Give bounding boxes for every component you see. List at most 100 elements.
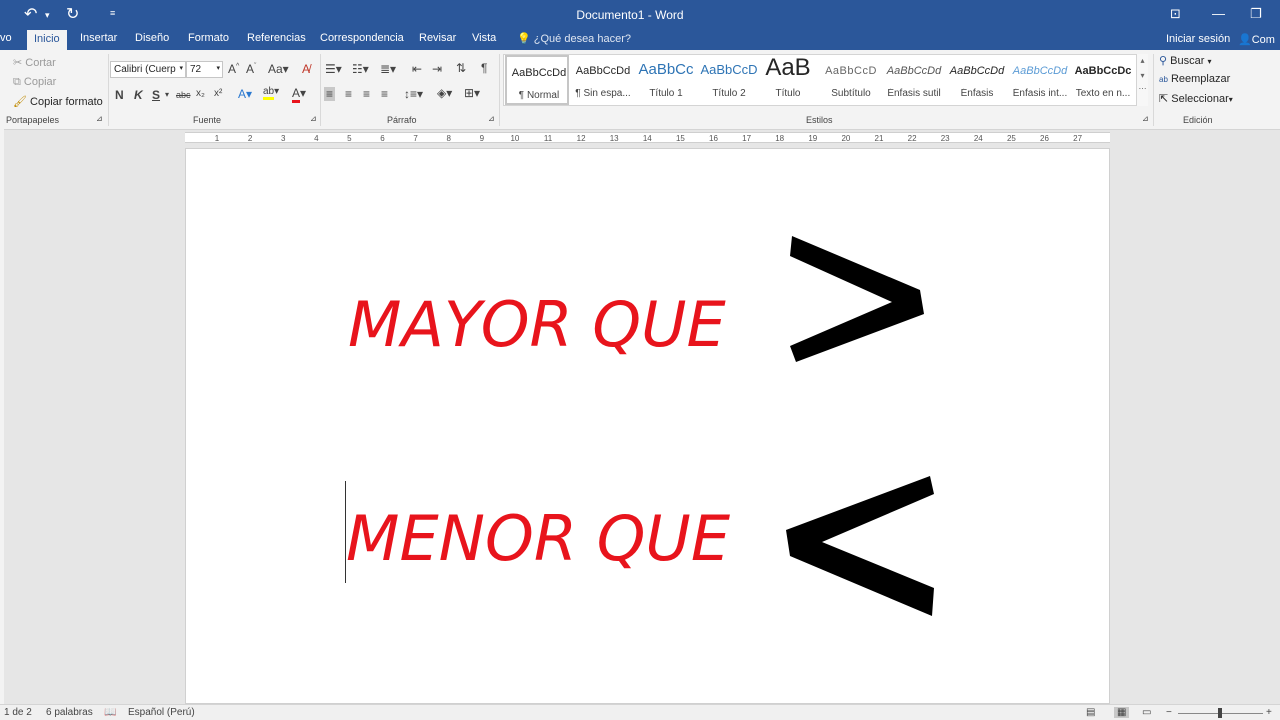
select-label: Seleccionar <box>1171 93 1229 105</box>
find-button[interactable]: ⚲ Buscar ▾ <box>1159 54 1211 67</box>
line-spacing-icon[interactable]: ↕≡▾ <box>404 87 423 101</box>
brush-icon: 🖌 <box>13 96 27 108</box>
read-mode-icon[interactable]: ▤ <box>1086 707 1095 718</box>
style-heading-2[interactable]: AaBbCcD Título 2 <box>697 55 761 105</box>
style-strong[interactable]: AaBbCcDc Texto en n... <box>1071 55 1135 105</box>
ruler-number: 6 <box>380 134 385 143</box>
numbering-icon[interactable]: ☷▾ <box>352 62 369 76</box>
chevron-up-icon[interactable]: ▴ <box>1137 56 1148 65</box>
shrink-font-icon[interactable]: Aˇ <box>246 62 256 76</box>
format-painter-label: Copiar formato <box>30 96 103 108</box>
increase-indent-icon[interactable]: ⇥ <box>432 62 442 76</box>
chevron-down-icon[interactable]: ▾ <box>1137 71 1148 80</box>
style-name: Subtítulo <box>831 88 871 99</box>
style-sample: AaBbCc <box>638 61 694 78</box>
ruler-number: 25 <box>1006 134 1016 143</box>
tab-inicio[interactable]: Inicio <box>27 30 67 50</box>
zoom-slider-thumb[interactable] <box>1218 708 1222 718</box>
align-left-icon[interactable]: ≡ <box>324 87 336 101</box>
pilcrow-icon[interactable]: ¶ <box>481 61 487 75</box>
select-button[interactable]: ⇱ Seleccionar▾ <box>1159 92 1233 105</box>
cut-button[interactable]: ✂ Cortar <box>13 56 56 69</box>
styles-scroll[interactable]: ▴ ▾ ⋯ <box>1136 54 1148 106</box>
tab-diseno[interactable]: Diseño <box>135 32 169 44</box>
copy-button[interactable]: ⧉ Copiar <box>13 76 56 89</box>
decrease-indent-icon[interactable]: ⇤ <box>412 62 422 76</box>
print-layout-icon[interactable]: ▦ <box>1114 707 1130 718</box>
subscript-button[interactable]: x₂ <box>196 88 205 99</box>
font-name-select[interactable]: Calibri (Cuerp ▾ <box>110 61 186 78</box>
justify-icon[interactable]: ≡ <box>381 87 388 101</box>
page-count[interactable]: 1 de 2 <box>4 707 32 718</box>
ribbon-display-icon[interactable]: ⊡ <box>1170 6 1181 22</box>
shading-icon[interactable]: ◈▾ <box>437 86 452 100</box>
style-no-spacing[interactable]: AaBbCcDd ¶ Sin espa... <box>571 55 635 105</box>
change-case-icon[interactable]: Aa▾ <box>268 62 289 76</box>
minimize-icon[interactable]: — <box>1212 6 1225 21</box>
style-emphasis[interactable]: AaBbCcDd Énfasis <box>945 55 1009 105</box>
replace-label: Reemplazar <box>1170 73 1231 85</box>
style-subtitle[interactable]: AaBbCcD Subtítulo <box>819 55 883 105</box>
font-color-icon[interactable]: A▾ <box>292 86 306 103</box>
horizontal-ruler[interactable]: 1 2 3 4 5 6 7 8 9 10 11 12 13 14 15 16 17 18 19 20 21 22 23 24 2… <box>185 130 1110 144</box>
tab-archivo[interactable]: vo <box>0 32 12 44</box>
chevron-down-icon: ▾ <box>1228 95 1233 104</box>
align-center-icon[interactable]: ≡ <box>345 87 352 101</box>
ruler-track: 1 2 3 4 5 6 7 8 9 10 11 12 13 14 15 16 17 18 19 20 21 22 23 24 2… <box>185 132 1110 143</box>
align-right-icon[interactable]: ≡ <box>363 87 370 101</box>
style-subtle-emphasis[interactable]: AaBbCcDd Énfasis sutil <box>882 55 946 105</box>
bold-button[interactable]: N <box>115 88 124 102</box>
font-launcher-icon[interactable]: ⊿ <box>310 114 317 123</box>
less-than-symbol <box>786 476 934 616</box>
underline-dropdown-icon[interactable]: ▾ <box>165 90 169 99</box>
italic-button[interactable]: K <box>134 88 143 102</box>
ruler-number: 21 <box>874 134 884 143</box>
proofing-icon[interactable]: 📖 <box>104 707 116 718</box>
bullets-icon[interactable]: ☰▾ <box>325 62 342 76</box>
styles-gallery: AaBbCcDd ¶ Normal AaBbCcDd ¶ Sin espa...… <box>503 54 1148 106</box>
style-sample: AaBbCcDd <box>575 65 631 77</box>
styles-group-label: Estilos <box>806 115 833 125</box>
grow-font-icon[interactable]: A^ <box>228 62 239 76</box>
font-size-select[interactable]: 72 ▾ <box>186 61 223 78</box>
multilevel-list-icon[interactable]: ≣▾ <box>380 62 396 76</box>
text-effects-icon[interactable]: A▾ <box>238 87 252 101</box>
restore-icon[interactable]: ❐ <box>1250 6 1262 22</box>
sort-icon[interactable]: ⇅ <box>456 61 466 75</box>
strikethrough-button[interactable]: abc <box>176 90 191 100</box>
style-intense-emphasis[interactable]: AaBbCcDd Énfasis int... <box>1008 55 1072 105</box>
font-name-value: Calibri (Cuerp <box>114 64 176 75</box>
style-normal[interactable]: AaBbCcDd ¶ Normal <box>505 55 569 105</box>
word-count[interactable]: 6 palabras <box>46 707 93 718</box>
style-title[interactable]: AaB Título <box>756 54 820 105</box>
style-heading-1[interactable]: AaBbCc Título 1 <box>634 55 698 105</box>
share-button[interactable]: 👤Com <box>1238 33 1275 46</box>
tab-formato[interactable]: Formato <box>188 32 229 44</box>
borders-icon[interactable]: ⊞▾ <box>464 86 480 100</box>
clipboard-launcher-icon[interactable]: ⊿ <box>96 114 103 123</box>
search-icon: ⚲ <box>1159 55 1168 67</box>
paragraph-launcher-icon[interactable]: ⊿ <box>488 114 495 123</box>
replace-button[interactable]: ab Reemplazar <box>1159 73 1230 85</box>
web-layout-icon[interactable]: ▭ <box>1142 707 1151 718</box>
underline-button[interactable]: S <box>152 88 160 102</box>
tell-me-box[interactable]: 💡 ¿Qué desea hacer? <box>517 32 631 45</box>
clear-formatting-icon[interactable]: A̸ <box>302 62 310 76</box>
tab-revisar[interactable]: Revisar <box>419 32 456 44</box>
styles-launcher-icon[interactable]: ⊿ <box>1142 114 1149 123</box>
tab-correspondencia[interactable]: Correspondencia <box>320 32 404 44</box>
superscript-button[interactable]: x² <box>214 88 222 99</box>
format-painter-button[interactable]: 🖌 Copiar formato <box>13 95 103 108</box>
document-page[interactable] <box>185 148 1110 704</box>
menor-que-text: MENOR QUE <box>346 502 730 575</box>
tab-vista[interactable]: Vista <box>472 32 496 44</box>
language-indicator[interactable]: Español (Perú) <box>128 707 195 718</box>
highlight-icon[interactable]: ab▾ <box>263 86 279 100</box>
ruler-number: 8 <box>446 134 451 143</box>
zoom-in-icon[interactable]: + <box>1266 707 1272 718</box>
sign-in-link[interactable]: Iniciar sesión <box>1166 33 1230 45</box>
tab-referencias[interactable]: Referencias <box>247 32 306 44</box>
zoom-out-icon[interactable]: − <box>1166 707 1172 718</box>
more-styles-icon[interactable]: ⋯ <box>1137 84 1148 93</box>
tab-insertar[interactable]: Insertar <box>80 32 117 44</box>
